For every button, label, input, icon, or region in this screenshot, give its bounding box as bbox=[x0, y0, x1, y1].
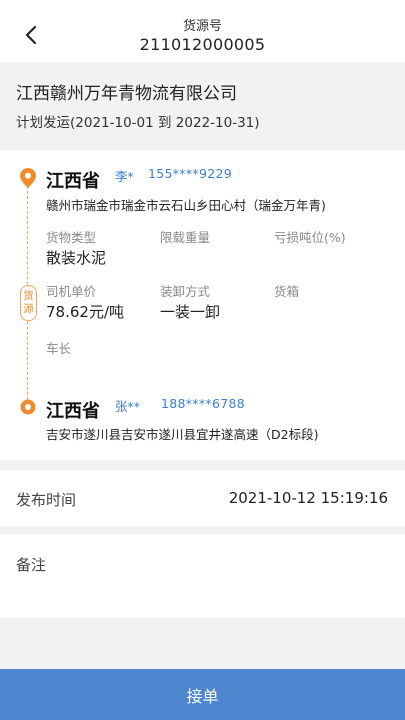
destination-province: 江西省 bbox=[46, 401, 100, 422]
driver-price-label: 司机单价 bbox=[46, 284, 97, 299]
destination-address: 吉安市遂川县吉安市遂川县宜井遂高速（D2标段) bbox=[46, 427, 319, 442]
origin-contact-phone[interactable]: 155****9229 bbox=[148, 166, 232, 181]
cargo-source-number: 211012000005 bbox=[139, 35, 266, 54]
shipping-plan-period: 计划发运(2021-10-01 到 2022-10-31) bbox=[16, 115, 260, 131]
cargo-box-label: 货箱 bbox=[274, 284, 300, 299]
company-name: 江西赣州万年青物流有限公司 bbox=[16, 84, 237, 104]
top-bar: 货源号 211012000005 bbox=[0, 0, 405, 62]
loading-method-label: 装卸方式 bbox=[160, 284, 211, 299]
publish-time-row: 发布时间 2021-10-12 15:19:16 bbox=[0, 470, 405, 526]
origin-province: 江西省 bbox=[46, 171, 100, 192]
destination-dot-icon bbox=[20, 399, 36, 415]
loading-method-value: 一装一卸 bbox=[160, 303, 221, 321]
driver-price-value: 78.62元/吨 bbox=[46, 303, 124, 321]
cargo-type-label: 货物类型 bbox=[46, 230, 97, 245]
cargo-type-value: 散装水泥 bbox=[46, 249, 107, 267]
route-card: 货 源 江西省 李* 155****9229 赣州市瑞金市瑞金市云石山乡田心村（… bbox=[0, 150, 405, 460]
origin-contact-name: 李* bbox=[115, 169, 134, 184]
header-label: 货源号 bbox=[182, 19, 222, 34]
company-card: 江西赣州万年青物流有限公司 计划发运(2021-10-01 到 2022-10-… bbox=[0, 65, 405, 147]
origin-address: 赣州市瑞金市瑞金市云石山乡田心村（瑞金万年青) bbox=[46, 198, 326, 213]
vehicle-length-label: 车长 bbox=[46, 341, 72, 356]
origin-pin-icon bbox=[20, 168, 36, 188]
destination-contact-phone[interactable]: 188****6788 bbox=[161, 396, 245, 411]
remark-section: 备注 bbox=[0, 534, 405, 618]
accept-order-button[interactable]: 接单 bbox=[0, 669, 405, 720]
publish-time-label: 发布时间 bbox=[16, 491, 77, 509]
weight-limit-label: 限载重量 bbox=[160, 230, 211, 245]
source-badge: 货 源 bbox=[20, 285, 37, 321]
destination-contact-name: 张** bbox=[115, 399, 141, 414]
publish-time-value: 2021-10-12 15:19:16 bbox=[228, 489, 388, 507]
remark-label: 备注 bbox=[16, 556, 47, 574]
loss-tonnage-label: 亏损吨位(%) bbox=[274, 230, 346, 245]
